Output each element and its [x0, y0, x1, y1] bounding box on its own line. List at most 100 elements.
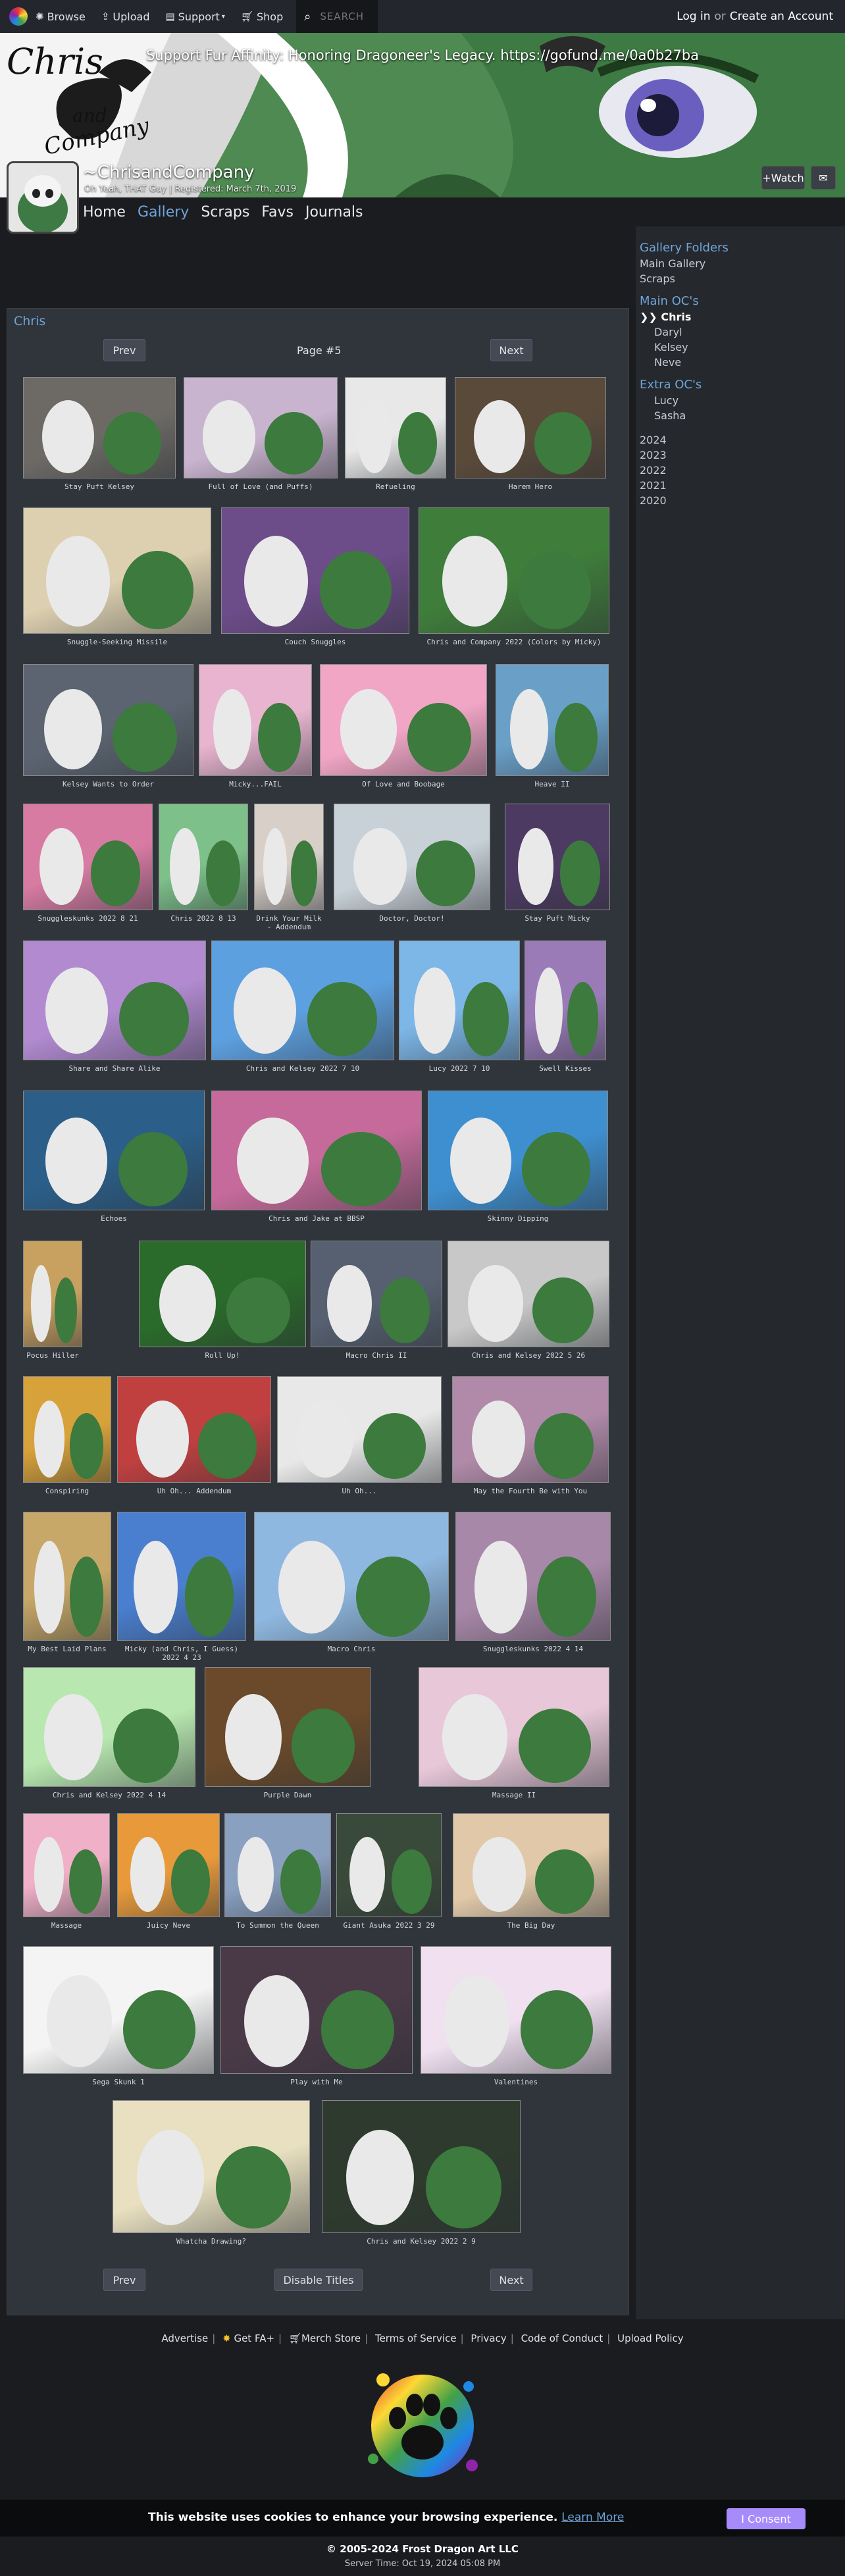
gallery-thumbnail[interactable] — [419, 507, 609, 634]
tab-gallery[interactable]: Gallery — [138, 204, 189, 220]
tab-home[interactable]: Home — [83, 204, 126, 220]
thumbnail-title[interactable]: My Best Laid Plans — [23, 1645, 111, 1653]
folder-sasha[interactable]: Sasha — [654, 409, 845, 422]
thumbnail-title[interactable]: Pocus Hiller — [23, 1351, 82, 1360]
terms-link[interactable]: Terms of Service — [375, 2332, 457, 2344]
gallery-thumbnail[interactable] — [23, 377, 176, 478]
thumbnail-title[interactable]: Chris and Company 2022 (Colors by Micky) — [419, 638, 609, 646]
thumbnail-title[interactable]: Purple Dawn — [205, 1791, 371, 1799]
gallery-thumbnail[interactable] — [428, 1091, 608, 1210]
browse-link[interactable]: ✺ Browse — [36, 11, 86, 23]
gallery-thumbnail[interactable] — [199, 664, 312, 776]
gallery-thumbnail[interactable] — [23, 804, 153, 910]
gallery-thumbnail[interactable] — [254, 1512, 449, 1641]
login-link[interactable]: Log in — [677, 10, 710, 23]
banner-notice[interactable]: Support Fur Affinity: Honoring Dragoneer… — [0, 47, 845, 63]
thumbnail-title[interactable]: Juicy Neve — [117, 1921, 220, 1930]
thumbnail-title[interactable]: Couch Snuggles — [221, 638, 409, 646]
gallery-thumbnail[interactable] — [455, 377, 606, 478]
thumbnail-title[interactable]: May the Fourth Be with You — [452, 1487, 609, 1495]
gallery-thumbnail[interactable] — [23, 1667, 195, 1787]
gallery-thumbnail[interactable] — [224, 1813, 331, 1917]
gallery-thumbnail[interactable] — [421, 1946, 611, 2074]
merch-store-link[interactable]: Merch Store — [301, 2332, 361, 2344]
thumbnail-title[interactable]: Roll Up! — [139, 1351, 306, 1360]
gallery-thumbnail[interactable] — [399, 940, 520, 1060]
gallery-thumbnail[interactable] — [23, 1241, 82, 1347]
gallery-thumbnail[interactable] — [117, 1512, 246, 1641]
folder-year-2024[interactable]: 2024 — [640, 434, 845, 446]
gallery-thumbnail[interactable] — [496, 664, 609, 776]
folder-year-2021[interactable]: 2021 — [640, 479, 845, 492]
gallery-thumbnail[interactable] — [254, 804, 324, 910]
username[interactable]: ~ChrisandCompany — [83, 163, 254, 182]
gallery-thumbnail[interactable] — [23, 1813, 110, 1917]
watch-button[interactable]: +Watch — [761, 166, 805, 190]
disable-titles-button[interactable]: Disable Titles — [274, 2269, 363, 2291]
gallery-thumbnail[interactable] — [23, 507, 211, 634]
prev-page-button-top[interactable]: Prev — [103, 339, 145, 361]
gallery-thumbnail[interactable] — [113, 2100, 310, 2233]
gallery-thumbnail[interactable] — [221, 507, 409, 634]
thumbnail-title[interactable]: Skinny Dipping — [428, 1214, 608, 1223]
gallery-thumbnail[interactable] — [23, 1091, 205, 1210]
thumbnail-title[interactable]: Giant Asuka 2022 3 29 — [336, 1921, 442, 1930]
thumbnail-title[interactable]: Echoes — [23, 1214, 205, 1223]
gallery-thumbnail[interactable] — [525, 940, 606, 1060]
gallery-thumbnail[interactable] — [419, 1667, 609, 1787]
thumbnail-title[interactable]: Chris 2022 8 13 — [159, 914, 248, 923]
gallery-thumbnail[interactable] — [320, 664, 487, 776]
privacy-link[interactable]: Privacy — [471, 2332, 506, 2344]
thumbnail-title[interactable]: Uh Oh... — [277, 1487, 442, 1495]
thumbnail-title[interactable]: The Big Day — [453, 1921, 609, 1930]
thumbnail-title[interactable]: Snuggle-Seeking Missile — [23, 638, 211, 646]
consent-button[interactable]: I Consent — [727, 2508, 806, 2529]
thumbnail-title[interactable]: Chris and Kelsey 2022 7 10 — [211, 1064, 394, 1073]
upload-policy-link[interactable]: Upload Policy — [617, 2332, 683, 2344]
thumbnail-title[interactable]: Kelsey Wants to Order — [23, 780, 193, 788]
gallery-thumbnail[interactable] — [311, 1241, 442, 1347]
thumbnail-title[interactable]: To Summon the Queen — [224, 1921, 331, 1930]
thumbnail-title[interactable]: Swell Kisses — [525, 1064, 606, 1073]
learn-more-link[interactable]: Learn More — [561, 2511, 624, 2524]
thumbnail-title[interactable]: Snuggleskunks 2022 4 14 — [455, 1645, 611, 1653]
thumbnail-title[interactable]: Snuggleskunks 2022 8 21 — [23, 914, 153, 923]
gallery-thumbnail[interactable] — [455, 1512, 611, 1641]
gallery-thumbnail[interactable] — [184, 377, 338, 478]
search-icon[interactable]: ⌕ — [304, 10, 311, 24]
code-of-conduct-link[interactable]: Code of Conduct — [521, 2332, 603, 2344]
thumbnail-title[interactable]: Drink Your Milk - Addendum — [254, 914, 324, 931]
thumbnail-title[interactable]: Chris and Kelsey 2022 4 14 — [23, 1791, 195, 1799]
advertise-link[interactable]: Advertise — [161, 2332, 208, 2344]
folder-scraps[interactable]: Scraps — [640, 272, 845, 285]
gallery-thumbnail[interactable] — [505, 804, 610, 910]
folder-year-2020[interactable]: 2020 — [640, 494, 845, 507]
folder-kelsey[interactable]: Kelsey — [654, 341, 845, 353]
next-page-button-bottom[interactable]: Next — [490, 2269, 532, 2291]
gallery-thumbnail[interactable] — [345, 377, 446, 478]
thumbnail-title[interactable]: Sega Skunk 1 — [23, 2078, 214, 2086]
folder-main-gallery[interactable]: Main Gallery — [640, 257, 845, 270]
thumbnail-title[interactable]: Play with Me — [220, 2078, 413, 2086]
gallery-thumbnail[interactable] — [334, 804, 490, 910]
folder-chris[interactable]: ❯❯ Chris — [640, 311, 845, 323]
folder-daryl[interactable]: Daryl — [654, 326, 845, 338]
thumbnail-title[interactable]: Heave II — [496, 780, 609, 788]
thumbnail-title[interactable]: Micky...FAIL — [199, 780, 312, 788]
gallery-thumbnail[interactable] — [159, 804, 248, 910]
thumbnail-title[interactable]: Lucy 2022 7 10 — [399, 1064, 520, 1073]
thumbnail-title[interactable]: Massage II — [419, 1791, 609, 1799]
thumbnail-title[interactable]: Macro Chris — [254, 1645, 449, 1653]
tab-scraps[interactable]: Scraps — [201, 204, 249, 220]
gallery-thumbnail[interactable] — [336, 1813, 442, 1917]
gallery-thumbnail[interactable] — [23, 664, 193, 776]
folder-neve[interactable]: Neve — [654, 356, 845, 369]
thumbnail-title[interactable]: Chris and Jake at BBSP — [211, 1214, 422, 1223]
send-note-button[interactable]: ✉ — [811, 166, 836, 190]
gallery-thumbnail[interactable] — [205, 1667, 371, 1787]
folder-lucy[interactable]: Lucy — [654, 394, 845, 407]
tab-journals[interactable]: Journals — [305, 204, 363, 220]
gallery-thumbnail[interactable] — [277, 1376, 442, 1483]
gallery-thumbnail[interactable] — [452, 1376, 609, 1483]
gallery-thumbnail[interactable] — [23, 1376, 111, 1483]
